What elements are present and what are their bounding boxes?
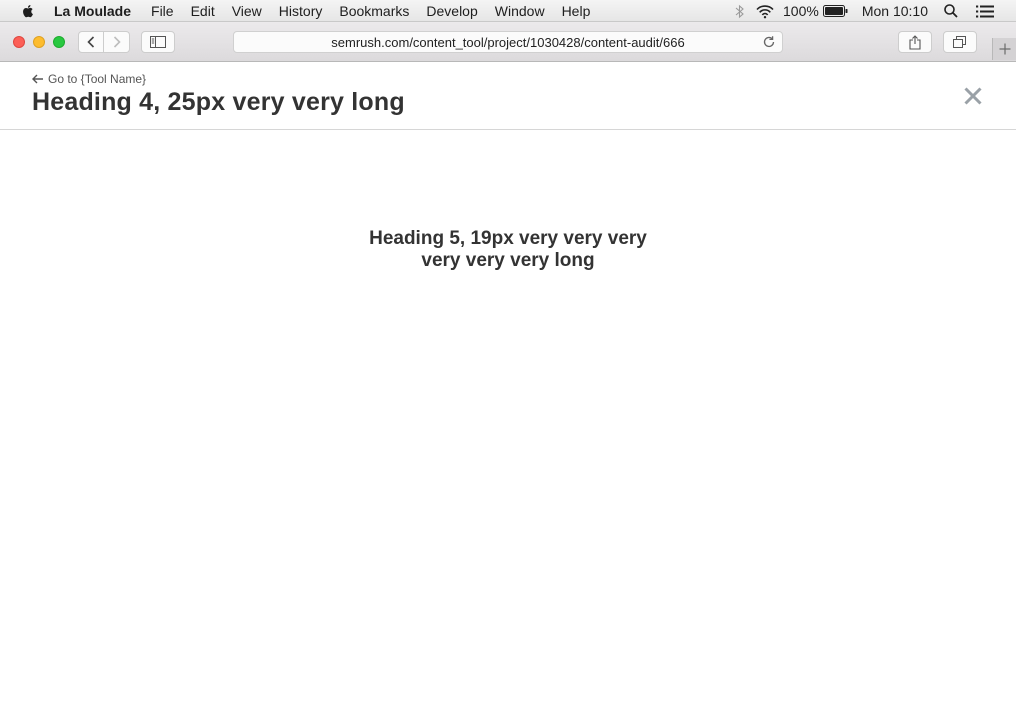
arrow-left-icon — [32, 74, 43, 84]
menu-bookmarks[interactable]: Bookmarks — [339, 3, 409, 19]
chevron-left-icon — [87, 36, 95, 48]
apple-icon[interactable] — [20, 3, 36, 19]
window-minimize-button[interactable] — [33, 36, 45, 48]
page-header: Go to {Tool Name} Heading 4, 25px very v… — [0, 62, 1016, 130]
app-name-menu[interactable]: La Moulade — [54, 3, 131, 19]
page-title: Heading 4, 25px very very long — [32, 88, 405, 116]
wifi-icon[interactable] — [755, 4, 775, 19]
menubar-clock[interactable]: Mon 10:10 — [862, 3, 928, 19]
spotlight-search-icon[interactable] — [944, 4, 958, 18]
battery-icon[interactable] — [822, 5, 848, 17]
menu-help[interactable]: Help — [562, 3, 591, 19]
new-tab-button[interactable] — [992, 38, 1016, 60]
close-icon[interactable] — [963, 86, 983, 106]
bluetooth-icon[interactable] — [735, 4, 745, 19]
reload-icon[interactable] — [762, 35, 776, 49]
menu-view[interactable]: View — [232, 3, 262, 19]
window-close-button[interactable] — [13, 36, 25, 48]
back-button[interactable] — [78, 31, 104, 53]
menu-develop[interactable]: Develop — [426, 3, 477, 19]
menu-bar: La Moulade File Edit View History Bookma… — [0, 0, 1016, 22]
sidebar-toggle-button[interactable] — [141, 31, 175, 53]
battery-percent: 100% — [783, 3, 819, 19]
browser-toolbar: semrush.com/content_tool/project/1030428… — [0, 22, 1016, 62]
forward-button[interactable] — [104, 31, 130, 53]
chevron-right-icon — [113, 36, 121, 48]
menu-window[interactable]: Window — [495, 3, 545, 19]
menu-history[interactable]: History — [279, 3, 323, 19]
share-icon — [909, 34, 921, 50]
window-zoom-button[interactable] — [53, 36, 65, 48]
tabs-overview-icon — [953, 36, 966, 48]
url-text: semrush.com/content_tool/project/1030428… — [331, 34, 685, 50]
plus-icon — [999, 43, 1010, 55]
back-to-tool-link[interactable]: Go to {Tool Name} — [32, 72, 146, 86]
menu-edit[interactable]: Edit — [191, 3, 215, 19]
address-bar[interactable]: semrush.com/content_tool/project/1030428… — [233, 31, 783, 53]
notification-center-icon[interactable] — [976, 5, 994, 18]
share-button[interactable] — [898, 31, 932, 53]
show-tabs-button[interactable] — [943, 31, 977, 53]
sidebar-icon — [150, 36, 166, 48]
back-link-label: Go to {Tool Name} — [48, 72, 147, 86]
content-heading: Heading 5, 19px very very very very very… — [369, 228, 647, 271]
menu-file[interactable]: File — [151, 3, 174, 19]
